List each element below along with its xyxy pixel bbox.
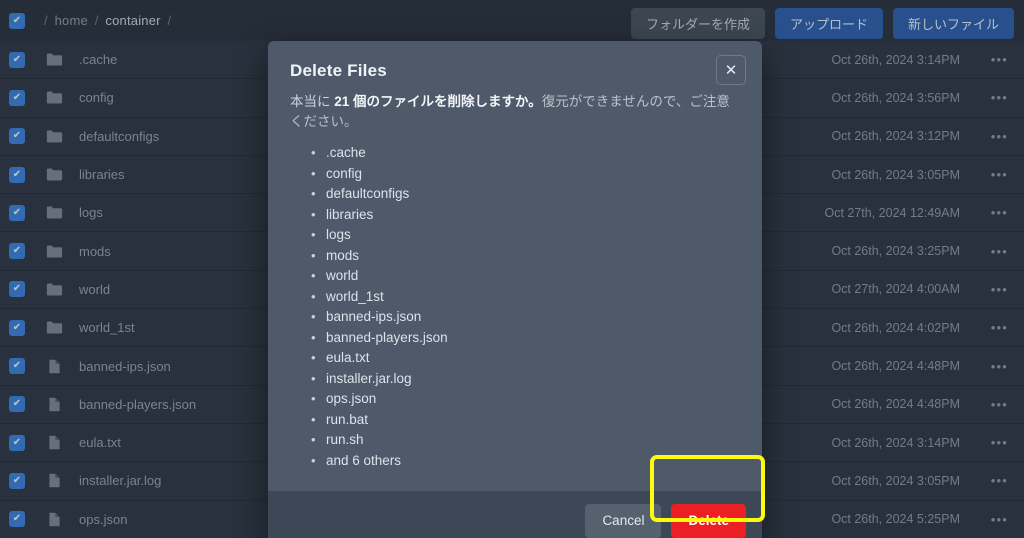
- list-item: and 6 others: [290, 451, 740, 472]
- delete-item-list: .cacheconfigdefaultconfigslibrarieslogsm…: [290, 143, 740, 471]
- list-item: .cache: [290, 143, 740, 164]
- list-item: banned-ips.json: [290, 307, 740, 328]
- file-manager-screen: ✔ / home / container / フォルダーを作成 アップロード 新…: [0, 0, 1024, 538]
- list-item: run.sh: [290, 430, 740, 451]
- list-item: logs: [290, 225, 740, 246]
- delete-files-dialog: Delete Files ✕ 本当に 21 個のファイルを削除しますか。復元がで…: [268, 41, 762, 538]
- dialog-message-count: 21: [334, 94, 350, 109]
- close-icon[interactable]: ✕: [716, 55, 746, 85]
- dialog-message: 本当に 21 個のファイルを削除しますか。復元ができませんので、ご注意ください。: [290, 92, 740, 131]
- dialog-title: Delete Files: [290, 61, 387, 80]
- list-item: mods: [290, 246, 740, 267]
- dialog-body: Delete Files ✕ 本当に 21 個のファイルを削除しますか。復元がで…: [268, 41, 762, 491]
- delete-button[interactable]: Delete: [671, 503, 746, 538]
- list-item: config: [290, 164, 740, 185]
- list-item: banned-players.json: [290, 328, 740, 349]
- list-item: installer.jar.log: [290, 369, 740, 390]
- dialog-message-prefix: 本当に: [290, 94, 335, 109]
- list-item: run.bat: [290, 410, 740, 431]
- dialog-footer: Cancel Delete: [268, 491, 762, 538]
- dialog-message-mid: 個のファイルを削除しますか。: [349, 94, 542, 109]
- list-item: eula.txt: [290, 348, 740, 369]
- list-item: libraries: [290, 205, 740, 226]
- list-item: defaultconfigs: [290, 184, 740, 205]
- cancel-button[interactable]: Cancel: [585, 503, 662, 538]
- list-item: world: [290, 266, 740, 287]
- list-item: ops.json: [290, 389, 740, 410]
- list-item: world_1st: [290, 287, 740, 308]
